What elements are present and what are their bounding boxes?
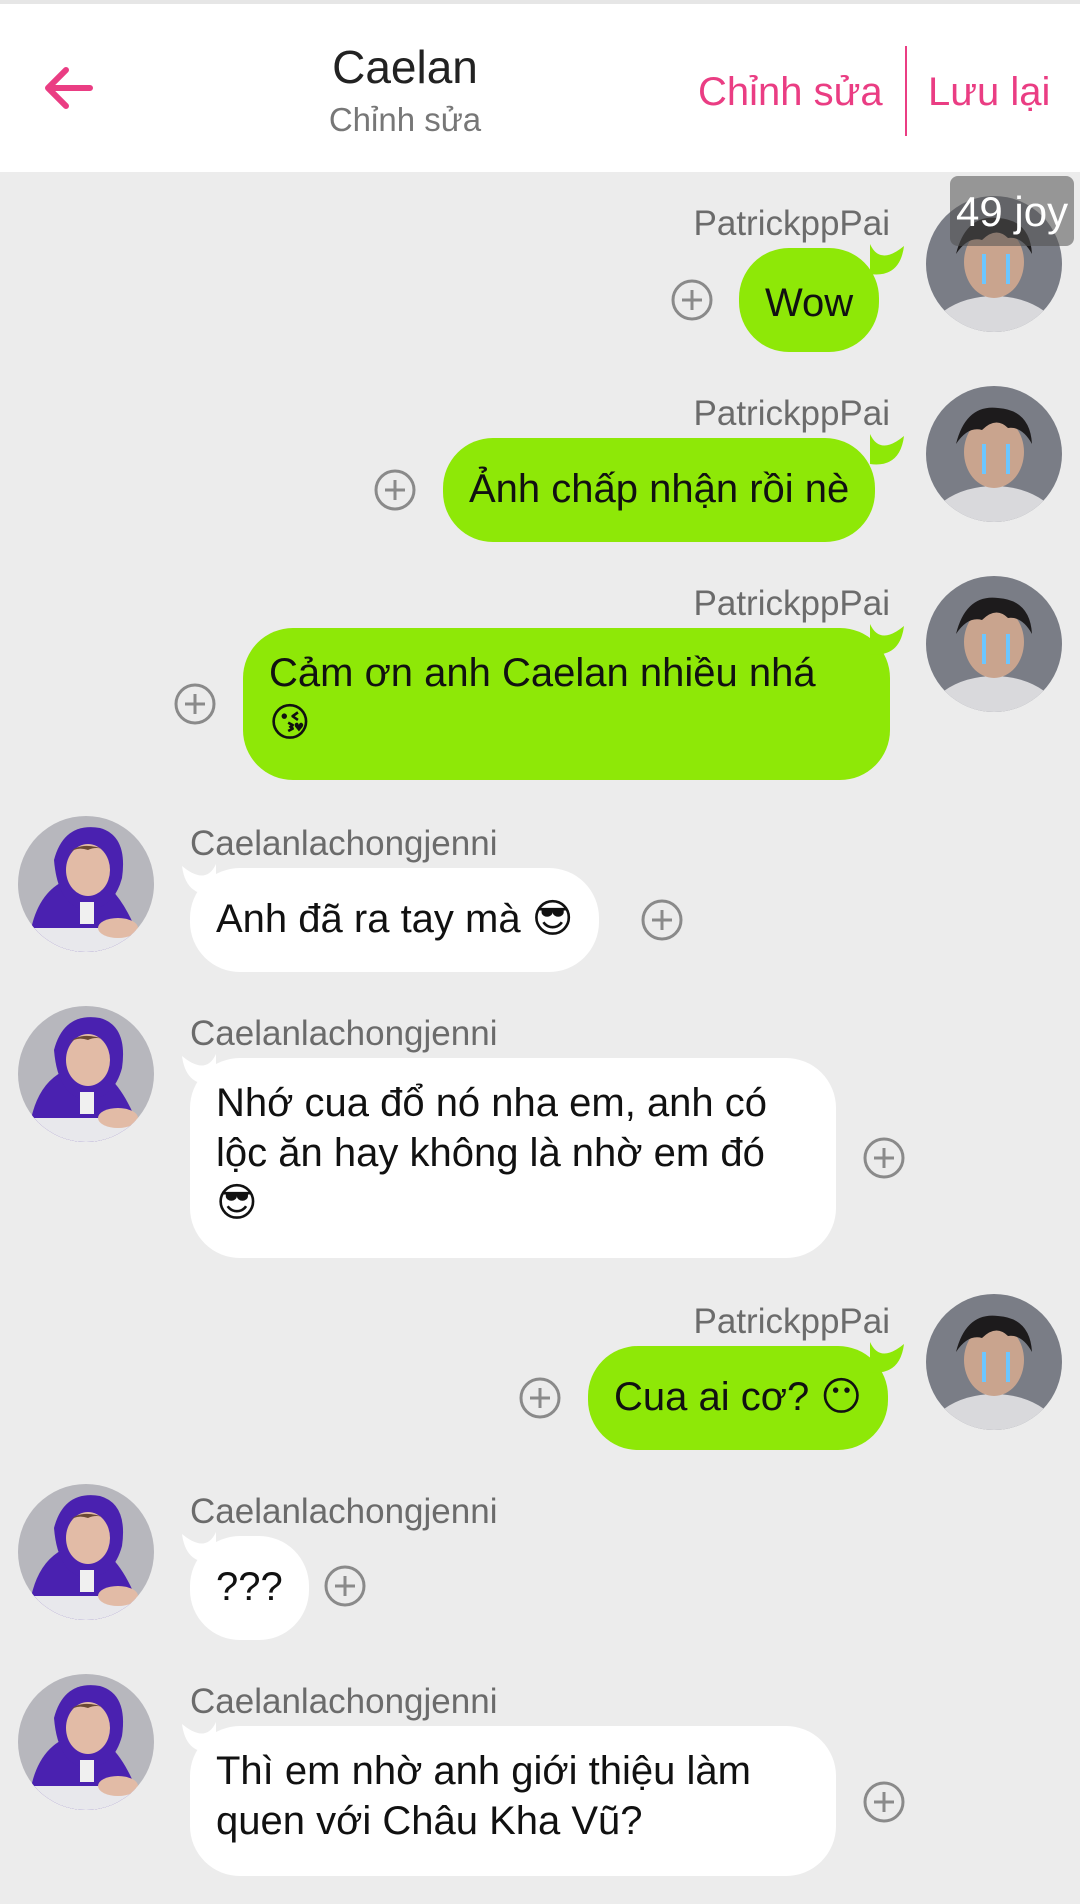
overlay-badge-text: 49 joy — [956, 188, 1069, 235]
add-reaction-icon[interactable] — [640, 898, 684, 942]
avatar[interactable] — [18, 1484, 154, 1620]
message-bubble[interactable]: Thì em nhờ anh giới thiệu làm quen với C… — [190, 1726, 836, 1876]
edit-button[interactable]: Chỉnh sửa — [698, 62, 883, 122]
add-reaction-icon[interactable] — [670, 278, 714, 322]
chat-title: Caelan — [332, 41, 478, 93]
message-bubble[interactable]: Ảnh chấp nhận rồi nè — [443, 438, 876, 542]
message-text-line: Thì em nhờ anh giới thiệu làm — [216, 1749, 751, 1793]
sender-name: Caelanlachongjenni — [190, 824, 498, 863]
message-bubble[interactable]: Anh đã ra tay mà 😎 — [190, 868, 600, 972]
message-bubble[interactable]: Wow — [739, 248, 880, 352]
message-text: Cảm ơn anh Caelan nhiều nhá — [269, 651, 816, 695]
message-text: ??? — [216, 1565, 283, 1609]
sender-name: Caelanlachongjenni — [190, 1014, 498, 1053]
sender-name: PatrickppPai — [693, 1302, 890, 1341]
bubble-tail — [870, 434, 904, 465]
sender-name: Caelanlachongjenni — [190, 1492, 498, 1531]
message-text-line: Nhớ cua đổ nó nha em, anh có — [216, 1081, 768, 1125]
avatar[interactable] — [926, 1294, 1062, 1430]
avatar[interactable] — [926, 386, 1062, 522]
add-reaction-icon[interactable] — [862, 1780, 906, 1824]
avatar[interactable] — [18, 1006, 154, 1142]
add-reaction-icon[interactable] — [373, 468, 417, 512]
avatar[interactable] — [926, 576, 1062, 712]
back-button[interactable] — [36, 56, 100, 120]
title-block: Caelan Chỉnh sửa — [250, 38, 560, 142]
save-button[interactable]: Lưu lại — [928, 62, 1050, 122]
message-bubble[interactable]: Cảm ơn anh Caelan nhiều nhá 😘 — [243, 628, 890, 780]
message-bubble[interactable]: ??? — [190, 1536, 309, 1640]
add-reaction-icon[interactable] — [862, 1136, 906, 1180]
bubble-tail — [870, 624, 904, 655]
chat-subtitle: Chỉnh sửa — [328, 101, 482, 138]
message-text: Cua ai cơ? — [614, 1375, 810, 1419]
sunglasses-emoji-icon: 😎 — [216, 1180, 258, 1226]
add-reaction-icon[interactable] — [323, 1564, 367, 1608]
message-text-line: lộc ăn hay không là nhờ em đó — [216, 1131, 765, 1175]
chat-screen: Caelan Chỉnh sửa Chỉnh sửa Lưu lại Patri… — [0, 0, 1080, 1904]
sender-name: PatrickppPai — [693, 394, 890, 433]
add-reaction-icon[interactable] — [518, 1376, 562, 1420]
message-text: Ảnh chấp nhận rồi nè — [469, 467, 850, 511]
avatar[interactable] — [18, 1674, 154, 1810]
sender-name: PatrickppPai — [693, 204, 890, 243]
message-bubble[interactable]: Nhớ cua đổ nó nha em, anh có lộc ăn hay … — [190, 1058, 836, 1258]
top-bar: Caelan Chỉnh sửa Chỉnh sửa Lưu lại — [0, 0, 1080, 172]
message-text: Wow — [765, 281, 854, 325]
sender-name: Caelanlachongjenni — [190, 1682, 498, 1721]
kiss-emoji-icon: 😘 — [269, 700, 311, 746]
no-mouth-emoji-icon: 😶 — [820, 1374, 863, 1420]
header-divider — [905, 46, 907, 136]
message-text: Anh đã ra tay mà — [216, 897, 521, 941]
message-bubble[interactable]: Cua ai cơ? 😶 — [588, 1346, 889, 1450]
bubble-tail — [870, 1342, 904, 1373]
arrow-left-icon — [45, 67, 93, 109]
message-text-line: quen với Châu Kha Vũ? — [216, 1799, 643, 1843]
add-reaction-icon[interactable] — [173, 682, 217, 726]
bubble-tail — [870, 244, 904, 275]
avatar[interactable] — [18, 816, 154, 952]
sunglasses-emoji-icon: 😎 — [531, 896, 574, 942]
sender-name: PatrickppPai — [693, 584, 890, 623]
